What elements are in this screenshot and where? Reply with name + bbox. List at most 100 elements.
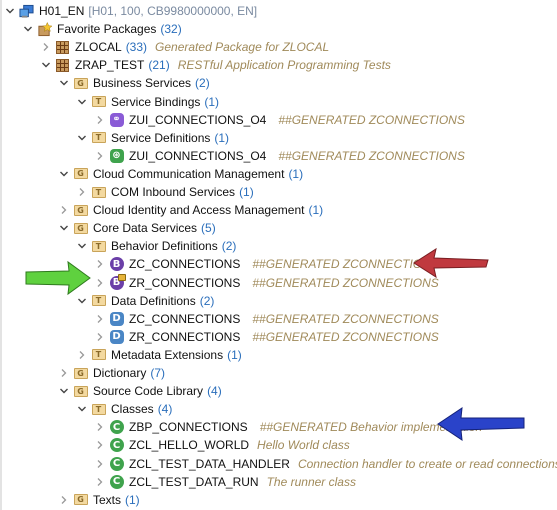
- node-name: Dictionary: [93, 366, 147, 380]
- chevron-down-icon[interactable]: [58, 222, 70, 234]
- favorites-icon: [37, 21, 52, 37]
- chevron-right-icon[interactable]: [94, 331, 106, 343]
- class-icon: C: [109, 420, 124, 435]
- chevron-down-icon[interactable]: [76, 132, 88, 144]
- tree-node-behavior-defs[interactable]: T Behavior Definitions (2): [76, 237, 236, 255]
- chevron-right-icon[interactable]: [94, 150, 106, 162]
- type-folder-icon: T: [91, 130, 106, 145]
- tree-node-bdef-zc[interactable]: B ZC_CONNECTIONS ##GENERATED ZCONNECTIONS: [94, 255, 439, 273]
- tree-node-zlocal[interactable]: ZLOCAL (33) Generated Package for ZLOCAL: [40, 38, 329, 56]
- tree-node-com-inbound[interactable]: T COM Inbound Services (1): [76, 183, 254, 201]
- chevron-down-icon[interactable]: [40, 59, 52, 71]
- chevron-right-icon[interactable]: [58, 494, 70, 506]
- chevron-right-icon[interactable]: [94, 458, 106, 470]
- system-details: [H01, 100, CB9980000000, EN]: [88, 4, 258, 18]
- chevron-down-icon[interactable]: [58, 77, 70, 89]
- service-definition-icon: ⊛: [109, 148, 124, 163]
- node-count: (1): [125, 492, 140, 507]
- chevron-right-icon[interactable]: [76, 349, 88, 361]
- tree-node-source-code-lib[interactable]: G Source Code Library (4): [58, 382, 222, 400]
- node-description: ##GENERATED ZCONNECTIONS: [252, 311, 439, 326]
- node-name: H01_EN: [39, 4, 85, 18]
- tree-node-srvd-zui[interactable]: ⊛ ZUI_CONNECTIONS_O4 ##GENERATED ZCONNECTI…: [94, 147, 465, 165]
- tree-node-class-run[interactable]: C ZCL_TEST_DATA_RUN The runner class: [94, 473, 356, 491]
- tree-node-srvb-zui[interactable]: ⚭ ZUI_CONNECTIONS_O4 ##GENERATED ZCONNECTI…: [94, 111, 465, 129]
- tree-node-system[interactable]: H01_EN [H01, 100, CB9980000000, EN]: [4, 2, 257, 20]
- chevron-right-icon[interactable]: [58, 204, 70, 216]
- type-folder-icon: T: [91, 347, 106, 362]
- node-name: ZCL_TEST_DATA_RUN: [129, 474, 259, 489]
- chevron-down-icon[interactable]: [76, 96, 88, 108]
- chevron-right-icon[interactable]: [76, 186, 88, 198]
- tree-node-zrap-test[interactable]: ZRAP_TEST (21) RESTful Application Program…: [40, 56, 391, 74]
- tree-node-bdef-zr[interactable]: B ZR_CONNECTIONS ##GENERATED ZCONNECTIONS: [94, 273, 439, 292]
- tree-node-dictionary[interactable]: G Dictionary (7): [58, 364, 165, 382]
- node-name: Core Data Services: [93, 221, 198, 236]
- node-description: ##GENERATED ZCONNECTIONS: [278, 112, 465, 127]
- tree-node-service-bindings[interactable]: T Service Bindings (1): [76, 93, 219, 111]
- group-folder-icon: G: [73, 492, 88, 507]
- green-arrow-annotation: [25, 260, 91, 296]
- tree-node-ddl-zr[interactable]: D ZR_CONNECTIONS ##GENERATED ZCONNECTIONS: [94, 328, 439, 346]
- node-name: Cloud Communication Management: [93, 166, 285, 181]
- chevron-right-icon[interactable]: [94, 421, 106, 433]
- node-count: (7): [150, 366, 166, 380]
- chevron-down-icon[interactable]: [58, 385, 70, 397]
- node-name: Business Services: [93, 76, 192, 91]
- tree-node-business-services[interactable]: G Business Services (2): [58, 74, 210, 92]
- node-name: ZUI_CONNECTIONS_O4: [129, 148, 267, 163]
- node-name: Service Definitions: [111, 130, 211, 145]
- chevron-right-icon[interactable]: [58, 367, 70, 379]
- node-count: (1): [308, 203, 324, 218]
- node-count: (2): [199, 293, 215, 308]
- chevron-right-icon[interactable]: [40, 41, 52, 53]
- tree-node-texts[interactable]: G Texts (1): [58, 491, 140, 509]
- chevron-right-icon[interactable]: [94, 277, 106, 289]
- node-name: ZBP_CONNECTIONS: [129, 420, 248, 435]
- group-folder-icon: G: [73, 203, 88, 218]
- left-border: [0, 0, 2, 510]
- node-description: RESTful Application Programming Tests: [177, 58, 391, 73]
- node-name: Behavior Definitions: [111, 239, 218, 254]
- node-name: Source Code Library: [93, 384, 204, 399]
- chevron-right-icon[interactable]: [94, 313, 106, 325]
- chevron-down-icon[interactable]: [4, 5, 16, 17]
- chevron-down-icon[interactable]: [22, 23, 34, 35]
- chevron-down-icon[interactable]: [76, 240, 88, 252]
- chevron-down-icon[interactable]: [58, 168, 70, 180]
- node-name: Service Bindings: [111, 94, 201, 109]
- tree-node-cloud-comm[interactable]: G Cloud Communication Management (1): [58, 165, 303, 183]
- chevron-right-icon[interactable]: [94, 476, 106, 488]
- group-folder-icon: G: [73, 76, 88, 91]
- system-icon: [19, 4, 34, 19]
- node-count: (33): [125, 40, 148, 55]
- node-count: (5): [201, 221, 216, 236]
- tree-node-service-definitions[interactable]: T Service Definitions (1): [76, 129, 229, 147]
- class-icon: C: [109, 456, 124, 471]
- tree-node-cloud-iam[interactable]: G Cloud Identity and Access Management (1): [58, 201, 323, 219]
- tree-node-class-handler[interactable]: C ZCL_TEST_DATA_HANDLER Connection handler…: [94, 455, 557, 473]
- chevron-down-icon[interactable]: [76, 403, 88, 415]
- tree-node-cds[interactable]: G Core Data Services (5): [58, 219, 216, 237]
- package-icon: [55, 40, 70, 55]
- tree-node-metadata-ext[interactable]: T Metadata Extensions (1): [76, 346, 242, 364]
- chevron-right-icon[interactable]: [94, 258, 106, 270]
- node-name: ZR_CONNECTIONS: [129, 329, 241, 344]
- group-folder-icon: G: [73, 366, 88, 381]
- node-description: ##GENERATED ZCONNECTIONS: [252, 257, 439, 272]
- chevron-right-icon[interactable]: [94, 439, 106, 451]
- class-icon: C: [109, 474, 124, 489]
- tree-node-class-zbp[interactable]: C ZBP_CONNECTIONS ##GENERATED Behavior imp…: [94, 418, 482, 436]
- node-name: ZUI_CONNECTIONS_O4: [129, 112, 267, 127]
- node-count: (1): [204, 94, 220, 109]
- tree-node-classes[interactable]: T Classes (4): [76, 400, 172, 418]
- tree-node-data-defs[interactable]: T Data Definitions (2): [76, 292, 214, 310]
- tree-node-class-hello[interactable]: C ZCL_HELLO_WORLD Hello World class: [94, 436, 350, 454]
- tree-node-ddl-zc[interactable]: D ZC_CONNECTIONS ##GENERATED ZCONNECTIONS: [94, 310, 439, 328]
- node-count: (1): [239, 185, 254, 199]
- class-icon: C: [109, 438, 124, 453]
- data-definition-icon: D: [109, 329, 124, 344]
- tree-node-favorite-packages[interactable]: Favorite Packages (32): [22, 20, 182, 38]
- data-definition-icon: D: [109, 311, 124, 326]
- chevron-right-icon[interactable]: [94, 114, 106, 126]
